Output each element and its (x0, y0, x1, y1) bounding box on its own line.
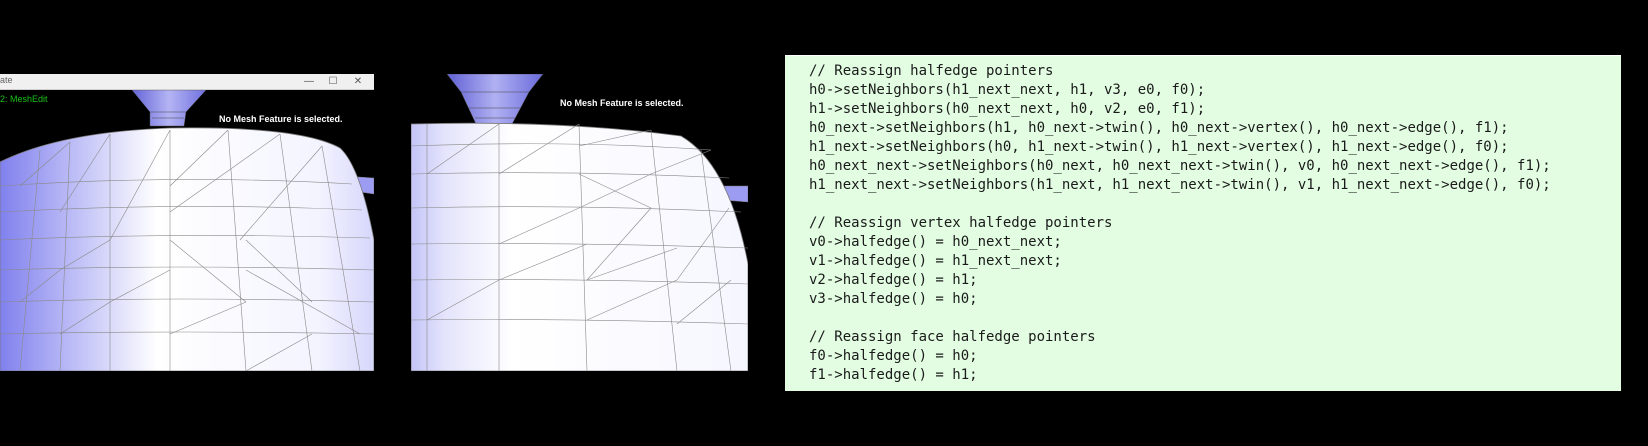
close-button[interactable]: ✕ (347, 74, 369, 89)
code-snippet-panel: // Reassign halfedge pointers h0->setNeig… (785, 55, 1621, 391)
mesh-viewport-zoomed[interactable]: No Mesh Feature is selected. (411, 74, 748, 371)
code-line: h1_next_next->setNeighbors(h1_next, h1_n… (809, 177, 1551, 193)
code-line: v1->halfedge() = h1_next_next; (809, 253, 1062, 269)
minimize-button[interactable]: — (298, 74, 320, 89)
code-line: h1_next->setNeighbors(h0, h1_next->twin(… (809, 139, 1509, 155)
code-line: v3->halfedge() = h0; (809, 291, 978, 307)
teapot-mesh-render (0, 90, 374, 371)
code-line: h0->setNeighbors(h1_next_next, h1, v3, e… (809, 82, 1206, 98)
code-line: ​ (809, 195, 1621, 214)
maximize-button[interactable]: ☐ (322, 74, 344, 89)
code-line: // Reassign vertex halfedge pointers (809, 215, 1113, 231)
code-line: ​ (809, 309, 1621, 328)
code-line: v2->halfedge() = h1; (809, 272, 978, 288)
code-line: f1->halfedge() = h1; (809, 367, 978, 383)
status-message: No Mesh Feature is selected. (560, 98, 684, 108)
teapot-mesh-render-zoomed (411, 74, 748, 371)
window-title-bar[interactable]: ate — ☐ ✕ (0, 74, 374, 90)
code-line: h0_next->setNeighbors(h1, h0_next->twin(… (809, 120, 1509, 136)
code-line: v0->halfedge() = h0_next_next; (809, 234, 1062, 250)
status-message: No Mesh Feature is selected. (219, 114, 343, 124)
code-block: // Reassign halfedge pointers h0->setNeig… (785, 56, 1621, 385)
mesh-viewport[interactable]: 2: MeshEdit No Mesh Feature is selected. (0, 90, 374, 371)
code-line: // Reassign face halfedge pointers (809, 329, 1096, 345)
code-line: h0_next_next->setNeighbors(h0_next, h0_n… (809, 158, 1551, 174)
meshedit-window: ate — ☐ ✕ 2: MeshEdit No Mesh Feature is… (0, 74, 374, 371)
window-title: ate (0, 75, 13, 85)
code-line: h1->setNeighbors(h0_next_next, h0, v2, e… (809, 101, 1206, 117)
mode-label: 2: MeshEdit (0, 94, 48, 104)
code-line: f0->halfedge() = h0; (809, 348, 978, 364)
code-line: // Reassign halfedge pointers (809, 63, 1054, 79)
